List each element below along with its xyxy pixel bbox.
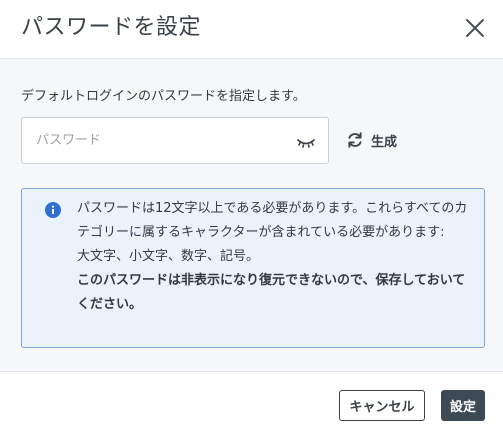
password-visibility-toggle[interactable] bbox=[296, 132, 316, 150]
notice-text: パスワードは12文字以上である必要があります。これらすべてのカテゴリーに属するキ… bbox=[77, 197, 472, 317]
refresh-icon bbox=[348, 132, 362, 148]
password-input[interactable] bbox=[36, 118, 286, 163]
dialog-header: パスワードを設定 bbox=[0, 0, 503, 59]
dialog-footer: キャンセル 設定 bbox=[0, 371, 503, 432]
requirement-text: パスワードは12文字以上である必要があります。これらすべてのカテゴリーに属するキ… bbox=[77, 201, 468, 240]
dialog-body: デフォルトログインのパスワードを指定します。 生成 パスワードは12文字以上であ… bbox=[0, 59, 503, 371]
info-icon bbox=[45, 202, 61, 218]
generate-password-button[interactable]: 生成 bbox=[346, 128, 397, 152]
set-password-dialog: パスワードを設定 デフォルトログインのパスワードを指定します。 生成 パスワード… bbox=[0, 0, 503, 432]
password-field bbox=[21, 117, 329, 164]
set-button[interactable]: 設定 bbox=[441, 390, 485, 421]
password-requirements-notice: パスワードは12文字以上である必要があります。これらすべてのカテゴリーに属するキ… bbox=[21, 188, 485, 348]
close-button[interactable] bbox=[461, 14, 489, 42]
generate-label: 生成 bbox=[371, 134, 398, 150]
dialog-title: パスワードを設定 bbox=[21, 15, 202, 40]
save-warning-text: このパスワードは非表示になり復元できないので、保存しておいてください。 bbox=[77, 273, 466, 312]
cancel-button[interactable]: キャンセル bbox=[339, 390, 425, 421]
eye-closed-icon bbox=[297, 139, 315, 148]
close-icon bbox=[466, 19, 484, 37]
character-categories-text: 大文字、小文字、数字、記号。 bbox=[77, 249, 260, 264]
password-description: デフォルトログインのパスワードを指定します。 bbox=[21, 89, 306, 104]
